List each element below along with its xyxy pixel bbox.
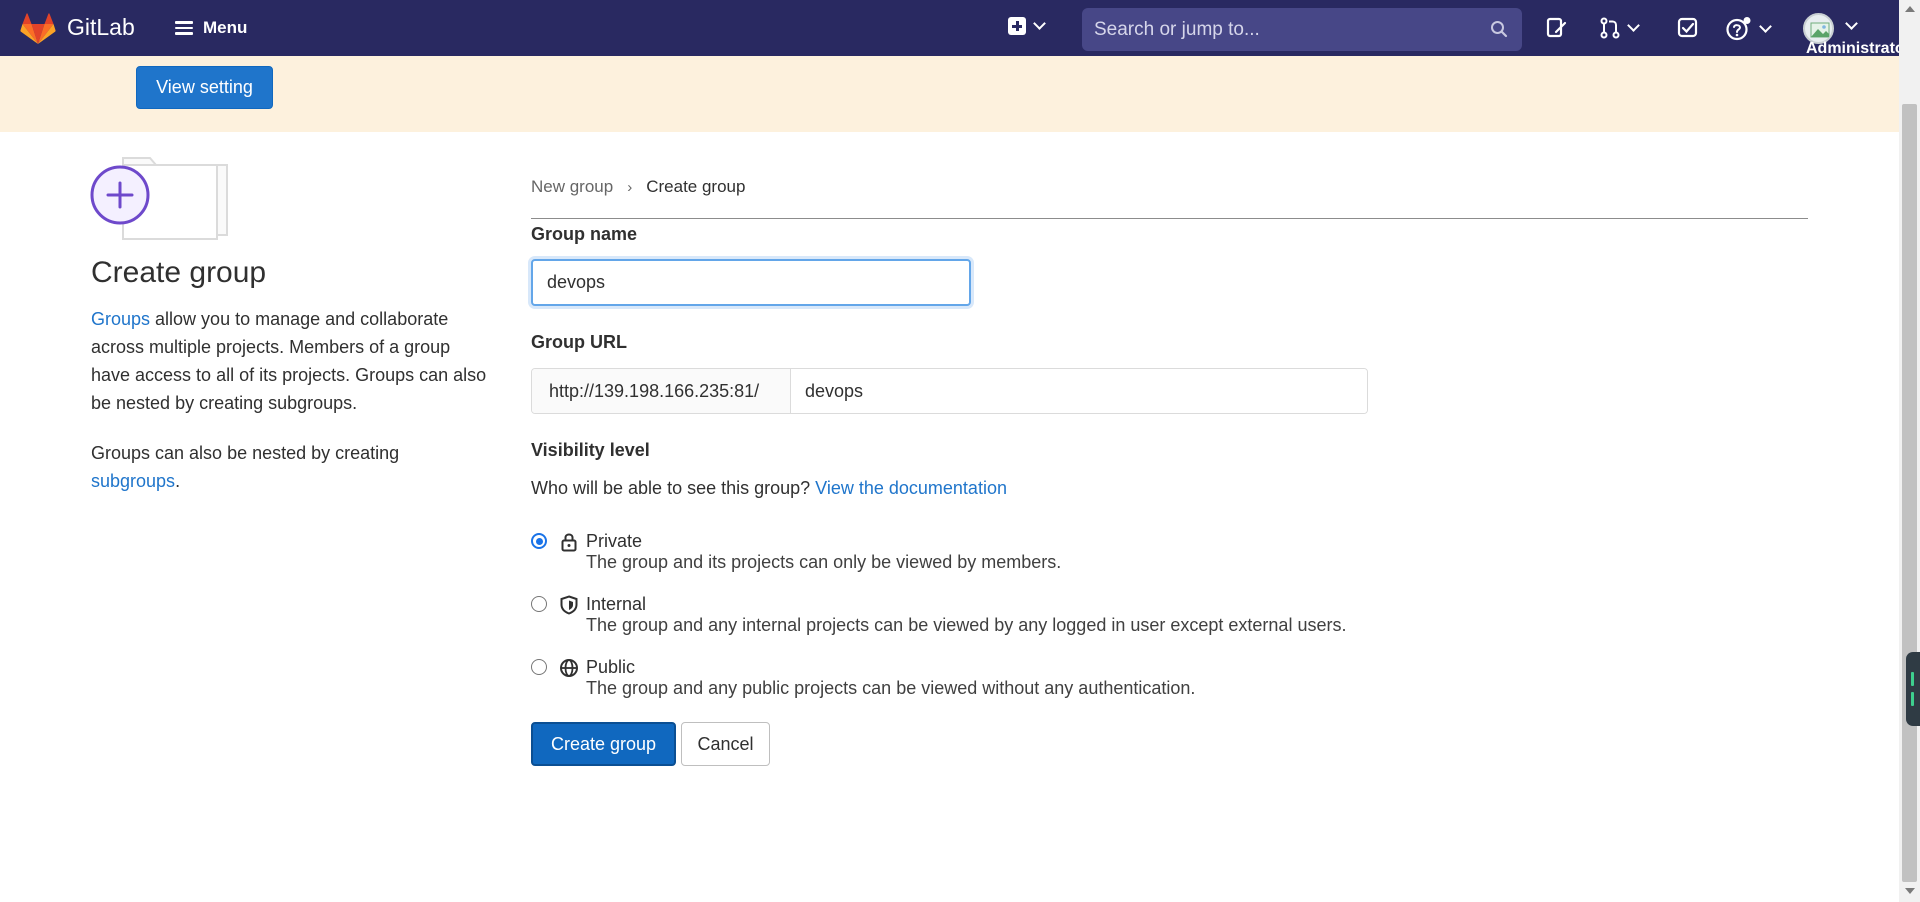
chevron-down-icon — [1033, 17, 1046, 30]
group-url-input[interactable] — [791, 369, 1367, 413]
gitlab-logo-icon[interactable] — [20, 13, 56, 45]
page-title: Create group — [91, 256, 267, 289]
visibility-question-text: Who will be able to see this group? — [531, 478, 816, 498]
broadcast-banner: View setting — [0, 56, 1899, 132]
groups-description-text: allow you to manage and collaborate acro… — [91, 309, 487, 413]
group-name-label: Group name — [531, 224, 638, 244]
breadcrumb-new-group[interactable]: New group — [531, 177, 613, 197]
breadcrumb: New group › Create group — [531, 177, 745, 197]
visibility-question: Who will be able to see this group? View… — [531, 478, 1007, 499]
subgroups-link[interactable]: subgroups — [91, 471, 175, 491]
internal-title: Internal — [586, 594, 647, 614]
menu-button[interactable]: Menu — [175, 18, 247, 38]
search-input[interactable] — [1082, 8, 1522, 51]
internal-radio[interactable] — [531, 596, 547, 612]
scroll-up-arrow-icon[interactable] — [1905, 6, 1915, 12]
merge-request-icon — [1600, 17, 1620, 39]
help-dropdown[interactable] — [1726, 17, 1772, 41]
subgroups-description: Groups can also be nested by creating su… — [91, 439, 491, 495]
visibility-level-label: Visibility level — [531, 440, 650, 460]
group-url-label: Group URL — [531, 332, 627, 352]
plus-square-icon — [1008, 17, 1026, 35]
todos-icon[interactable] — [1677, 17, 1699, 39]
view-setting-button[interactable]: View setting — [136, 66, 273, 109]
brand-name[interactable]: GitLab — [67, 14, 135, 41]
help-icon — [1726, 17, 1751, 41]
public-help: The group and any public projects can be… — [586, 678, 1196, 698]
new-group-illustration-icon — [90, 157, 228, 240]
menu-label: Menu — [203, 18, 248, 37]
public-radio[interactable] — [531, 659, 547, 675]
new-dropdown-button[interactable] — [1008, 17, 1046, 35]
cancel-button[interactable]: Cancel — [681, 722, 770, 766]
lock-icon — [561, 533, 577, 552]
globe-icon — [560, 659, 578, 677]
subgroups-description-text: Groups can also be nested by creating — [91, 443, 400, 463]
chevron-down-icon[interactable] — [1845, 17, 1858, 30]
internal-help: The group and any internal projects can … — [586, 615, 1347, 635]
breadcrumb-create-group: Create group — [646, 177, 746, 196]
visibility-option-internal[interactable]: Internal The group and any internal proj… — [531, 594, 1431, 643]
view-documentation-link[interactable]: View the documentation — [815, 478, 1007, 498]
scroll-down-arrow-icon[interactable] — [1905, 888, 1915, 894]
visibility-option-public[interactable]: Public The group and any public projects… — [531, 657, 1431, 706]
public-title: Public — [586, 657, 636, 677]
breadcrumb-divider — [531, 218, 1808, 219]
page-scrollbar[interactable] — [1899, 0, 1920, 902]
side-panel-handle[interactable] — [1906, 652, 1920, 726]
group-url-field: http://139.198.166.235:81/ — [531, 368, 1368, 414]
groups-description: Groups allow you to manage and collabora… — [91, 305, 491, 417]
group-url-prefix: http://139.198.166.235:81/ — [532, 369, 791, 413]
breadcrumb-separator: › — [627, 178, 633, 196]
chevron-down-icon — [1759, 20, 1772, 33]
chevron-down-icon — [1627, 19, 1640, 32]
groups-link[interactable]: Groups — [91, 309, 150, 329]
search-icon[interactable] — [1490, 20, 1508, 38]
subgroups-description-end: . — [175, 471, 181, 491]
private-radio[interactable] — [531, 533, 547, 549]
private-help: The group and its projects can only be v… — [586, 552, 1062, 572]
group-name-input[interactable] — [531, 259, 971, 306]
hamburger-icon — [175, 21, 193, 35]
create-group-button[interactable]: Create group — [531, 722, 676, 766]
issues-icon[interactable] — [1546, 17, 1568, 39]
merge-requests-dropdown[interactable] — [1600, 17, 1640, 39]
private-title: Private — [586, 531, 643, 551]
visibility-option-private[interactable]: Private The group and its projects can o… — [531, 531, 1431, 580]
scrollbar-thumb[interactable] — [1902, 104, 1917, 882]
top-navbar: GitLab Menu Search or jump to... Adminis… — [0, 0, 1911, 57]
shield-icon — [560, 595, 578, 615]
